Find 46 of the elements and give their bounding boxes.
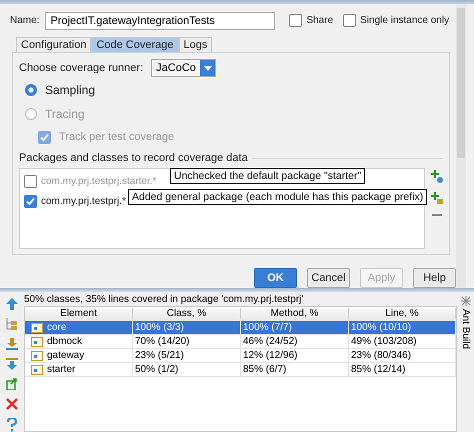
annotation-callout: Added general package (each module has this package prefix) <box>128 189 428 205</box>
column-header[interactable]: Method, % <box>241 308 349 319</box>
table-row[interactable]: gateway 23% (5/21) 12% (12/96) 23% (80/346) <box>25 349 456 363</box>
table-row[interactable]: core 100% (3/3) 100% (7/7) 100% (10/10) <box>25 321 456 335</box>
single-instance-label: Single instance only <box>360 15 450 26</box>
table-cell: 85% (12/14) <box>349 363 456 376</box>
table-cell: 23% (5/21) <box>133 349 241 362</box>
table-cell: dbmock <box>47 336 82 347</box>
table-cell: 23% (80/346) <box>349 349 456 362</box>
runner-dropdown[interactable]: JaCoCo <box>151 59 216 78</box>
share-label: Share <box>306 15 334 26</box>
dialog-button[interactable]: Help <box>413 268 456 288</box>
table-cell: 85% (6/7) <box>241 363 349 376</box>
runner-label: Choose coverage runner: <box>19 62 144 74</box>
table-cell: 12% (12/96) <box>241 349 349 362</box>
annotation-callout: Unchecked the default package "starter" <box>170 168 366 184</box>
dialog-button[interactable]: Cancel <box>307 268 350 288</box>
table-cell: 70% (14/20) <box>133 335 241 348</box>
side-tab[interactable]: Ant Build <box>460 309 471 350</box>
table-cell: 100% (10/10) <box>349 321 456 334</box>
coverage-summary: 50% classes, 35% lines covered in package 'com.my.prj.testprj' <box>24 292 457 306</box>
checkbox-label: Track per test coverage <box>59 131 174 144</box>
tab[interactable]: Configuration <box>16 36 92 52</box>
dialog-button[interactable]: OK <box>254 268 297 288</box>
table-cell: starter <box>47 364 76 375</box>
radio-label: Tracing <box>45 107 85 122</box>
table-cell: gateway <box>47 350 84 361</box>
column-header[interactable]: Class, % <box>133 308 241 319</box>
package-pattern: com.my.prj.testprj.starter.* <box>41 176 156 187</box>
radio-label: Sampling <box>45 83 96 98</box>
table-cell: 100% (7/7) <box>241 321 349 334</box>
table-cell: 50% (1/2) <box>133 363 241 376</box>
table-cell: 100% (3/3) <box>133 321 241 334</box>
name-label: Name: <box>10 15 40 26</box>
table-cell: core <box>47 322 66 333</box>
tab[interactable]: Code Coverage <box>91 36 178 52</box>
table-cell: 46% (24/52) <box>241 335 349 348</box>
column-header[interactable]: Line, % <box>349 308 456 319</box>
table-row[interactable]: dbmock 70% (14/20) 46% (24/52) 49% (103/208) <box>25 335 456 349</box>
package-pattern: com.my.prj.testprj.* <box>41 196 126 207</box>
column-header[interactable]: Element <box>25 308 133 319</box>
section-label: Packages and classes to record coverage data <box>19 152 248 164</box>
tab[interactable]: Logs <box>178 36 212 52</box>
table-cell: 49% (103/208) <box>349 335 456 348</box>
table-row[interactable]: starter 50% (1/2) 85% (6/7) 85% (12/14) <box>25 363 456 377</box>
name-field[interactable]: ProjectIT.gatewayIntegrationTests <box>45 12 276 30</box>
